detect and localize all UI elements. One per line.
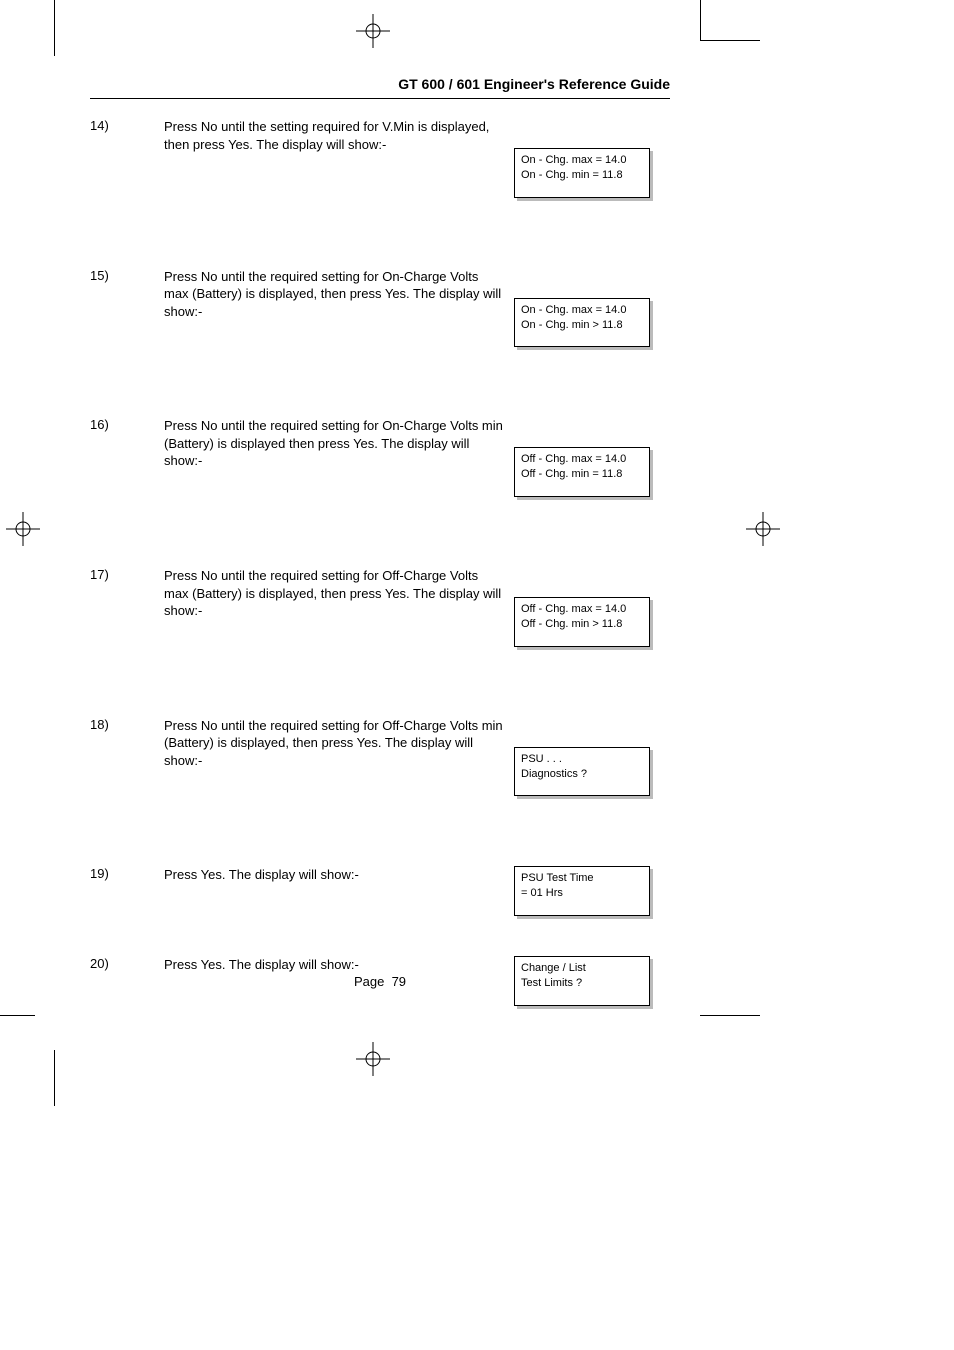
step-number: 17): [90, 567, 164, 647]
step-number: 19): [90, 866, 164, 916]
step-text: Press No until the required setting for …: [164, 567, 514, 647]
lcd-line-1: Off - Chg. max = 14.0: [521, 602, 643, 617]
lcd-display: Off - Chg. max = 14.0 Off - Chg. min = 1…: [514, 447, 650, 497]
lcd-line-1: PSU . . .: [521, 752, 643, 767]
step-number: 18): [90, 717, 164, 797]
registration-mark-icon: [6, 512, 40, 546]
page-footer: Page 79: [90, 974, 670, 989]
crop-mark: [0, 1015, 35, 1016]
step-display: PSU . . . Diagnostics ?: [514, 717, 664, 797]
step-number: 14): [90, 118, 164, 198]
page-label: Page: [354, 974, 384, 989]
registration-mark-icon: [356, 14, 390, 48]
step-18: 18) Press No until the required setting …: [90, 717, 670, 797]
lcd-display: PSU . . . Diagnostics ?: [514, 747, 650, 797]
step-15: 15) Press No until the required setting …: [90, 268, 670, 348]
crop-mark: [700, 40, 760, 41]
step-19: 19) Press Yes. The display will show:- P…: [90, 866, 670, 916]
step-text: Press Yes. The display will show:-: [164, 866, 514, 916]
step-text: Press No until the required setting for …: [164, 417, 514, 497]
header-rule: [90, 98, 670, 99]
step-17: 17) Press No until the required setting …: [90, 567, 670, 647]
registration-mark-icon: [746, 512, 780, 546]
lcd-line-2: = 01 Hrs: [521, 886, 643, 901]
lcd-line-2: On - Chg. min = 11.8: [521, 168, 643, 183]
content-area: 14) Press No until the setting required …: [90, 118, 670, 1046]
page: GT 600 / 601 Engineer's Reference Guide …: [0, 0, 954, 1350]
lcd-line-1: On - Chg. max = 14.0: [521, 303, 643, 318]
lcd-line-2: Off - Chg. min > 11.8: [521, 617, 643, 632]
step-number: 16): [90, 417, 164, 497]
lcd-line-1: PSU Test Time: [521, 871, 643, 886]
step-display: PSU Test Time = 01 Hrs: [514, 866, 664, 916]
lcd-display: PSU Test Time = 01 Hrs: [514, 866, 650, 916]
step-text: Press No until the required setting for …: [164, 268, 514, 348]
step-display: Off - Chg. max = 14.0 Off - Chg. min = 1…: [514, 417, 664, 497]
crop-mark: [54, 0, 55, 56]
step-14: 14) Press No until the setting required …: [90, 118, 670, 198]
lcd-display: On - Chg. max = 14.0 On - Chg. min > 11.…: [514, 298, 650, 348]
step-text: Press No until the required setting for …: [164, 717, 514, 797]
lcd-line-2: On - Chg. min > 11.8: [521, 318, 643, 333]
step-display: Off - Chg. max = 14.0 Off - Chg. min > 1…: [514, 567, 664, 647]
lcd-line-2: Off - Chg. min = 11.8: [521, 467, 643, 482]
lcd-display: On - Chg. max = 14.0 On - Chg. min = 11.…: [514, 148, 650, 198]
lcd-line-2: Diagnostics ?: [521, 767, 643, 782]
lcd-display: Off - Chg. max = 14.0 Off - Chg. min > 1…: [514, 597, 650, 647]
step-text: Press No until the setting required for …: [164, 118, 514, 198]
registration-mark-icon: [356, 1042, 390, 1076]
step-16: 16) Press No until the required setting …: [90, 417, 670, 497]
crop-mark: [700, 0, 701, 40]
crop-mark: [54, 1050, 55, 1106]
lcd-line-1: On - Chg. max = 14.0: [521, 153, 643, 168]
step-display: On - Chg. max = 14.0 On - Chg. min = 11.…: [514, 118, 664, 198]
step-number: 15): [90, 268, 164, 348]
crop-mark: [700, 1015, 760, 1016]
lcd-line-1: Off - Chg. max = 14.0: [521, 452, 643, 467]
page-number: 79: [392, 974, 406, 989]
step-display: On - Chg. max = 14.0 On - Chg. min > 11.…: [514, 268, 664, 348]
page-header-title: GT 600 / 601 Engineer's Reference Guide: [90, 76, 670, 92]
